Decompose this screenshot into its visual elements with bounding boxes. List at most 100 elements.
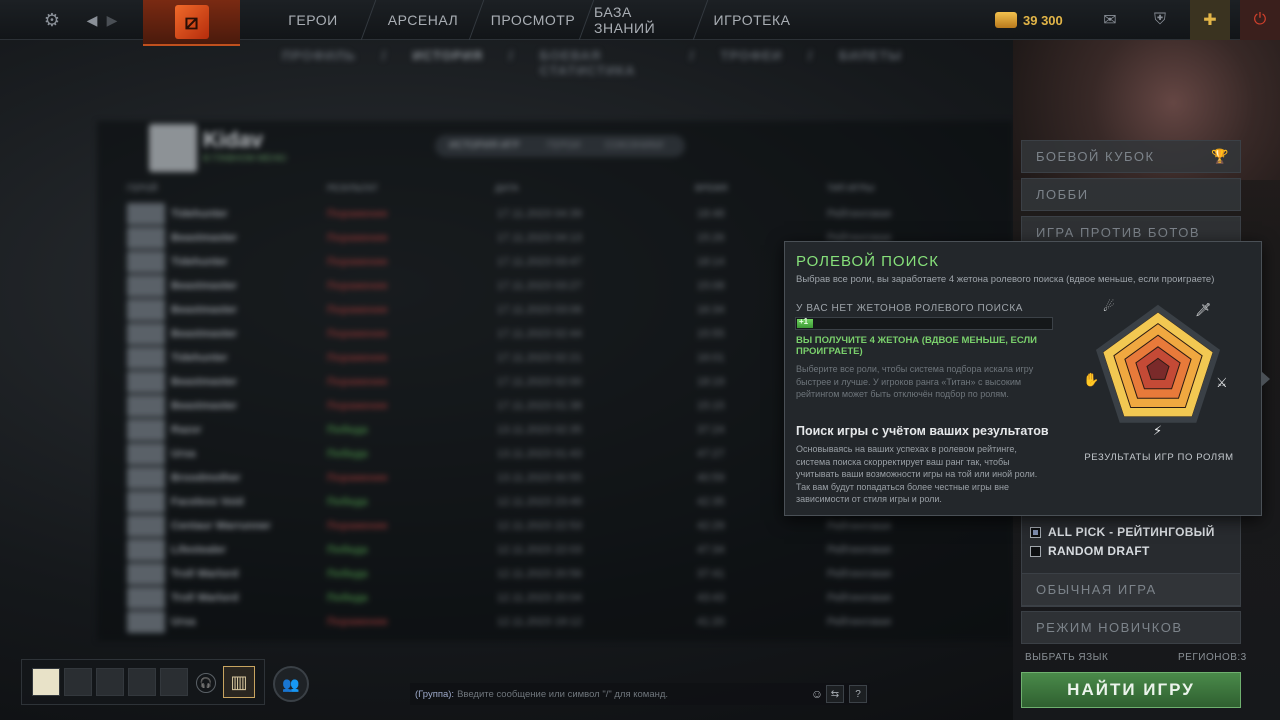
subnav-sep: / <box>689 48 695 63</box>
hero-portrait <box>127 227 165 249</box>
checkbox-checked[interactable] <box>1030 526 1041 538</box>
col-hero: ГЕРОЙ <box>127 183 158 193</box>
chat-bar[interactable]: (Группа): Введите сообщение или символ "… <box>410 683 870 705</box>
my-avatar-slot[interactable] <box>32 668 60 696</box>
match-result: Поражение <box>327 376 388 388</box>
match-result: Поражение <box>327 472 388 484</box>
nav-watch[interactable]: ПРОСМОТР <box>488 0 578 40</box>
match-result: Поражение <box>327 208 388 220</box>
unranked-button[interactable]: ОБЫЧНАЯ ИГРА <box>1021 573 1241 606</box>
forward-icon[interactable]: ▶ <box>92 0 132 40</box>
history-tabs: ИСТОРИЯ ИГР ГЕРОИ СОЮЗНИКИ <box>435 135 685 157</box>
trophy-icon: 🏆 <box>1211 148 1230 164</box>
match-duration: 18:14 <box>697 256 725 268</box>
hero-name: Ursa <box>171 448 196 460</box>
subnav-trophies[interactable]: ТРОФЕИ <box>721 48 783 70</box>
hero-name: Tidehunter <box>171 208 228 220</box>
match-result: Победа <box>327 544 368 556</box>
chat-input[interactable]: Введите сообщение или символ "/" для ком… <box>457 689 668 700</box>
match-result: Поражение <box>327 352 388 364</box>
emoji-icon[interactable]: ☺ <box>808 685 826 703</box>
gear-icon[interactable]: ⚙ <box>32 0 72 40</box>
hero-portrait <box>127 515 165 537</box>
tab-heroes[interactable]: ГЕРОИ <box>547 140 581 151</box>
col-duration: ВРЕМЯ <box>695 183 728 193</box>
match-result: Поражение <box>327 256 388 268</box>
match-duration: 16:01 <box>697 352 725 364</box>
tokens-progress-bar: +1 <box>795 317 1053 330</box>
lobby-button[interactable]: ЛОББИ <box>1021 178 1241 211</box>
shards-icon <box>995 12 1017 28</box>
hero-portrait <box>127 419 165 441</box>
help-icon[interactable]: ? <box>849 685 867 703</box>
carry-role-icon: ☄ <box>1103 299 1115 315</box>
dota-logo-button[interactable]: ⧄ <box>143 0 240 46</box>
nav-armory[interactable]: АРСЕНАЛ <box>380 0 466 40</box>
subnav-profile[interactable]: ПРОФИЛЬ <box>282 48 356 70</box>
role-queue-description: Выберите все роли, чтобы система подбора… <box>796 364 1034 399</box>
new-player-button[interactable]: РЕЖИМ НОВИЧКОВ <box>1021 611 1241 644</box>
match-date: 12.11.2023 20:04 <box>497 592 582 604</box>
table-row[interactable]: Ursa Поражение 12.11.2023 19:12 41:20 Рейтин… <box>127 611 1007 633</box>
tab-match-history[interactable]: ИСТОРИЯ ИГР <box>449 140 520 151</box>
subnav-history[interactable]: ИСТОРИЯ <box>413 48 484 70</box>
power-icon[interactable]: ⏻ <box>1240 0 1280 40</box>
hero-name: Beastmaster <box>171 232 238 244</box>
chat-wheel-icon[interactable]: ⇆ <box>826 685 844 703</box>
shards-balance[interactable]: 39 300 <box>995 0 1063 40</box>
nav-arcade[interactable]: ИГРОТЕКА <box>710 0 794 40</box>
shards-amount: 39 300 <box>1023 12 1063 28</box>
table-row[interactable]: Centaur Warrunner Поражение 12.11.2023 22:… <box>127 515 1007 537</box>
hero-name: Lifestealer <box>171 544 227 556</box>
table-row[interactable]: Tidehunter Поражение 17.11.2023 04:39 18:48… <box>127 203 1007 225</box>
hero-name: Beastmaster <box>171 400 238 412</box>
table-row[interactable]: Lifestealer Победа 12.11.2023 22:03 47:34 Ре… <box>127 539 1007 561</box>
match-result: Поражение <box>327 328 388 340</box>
checkbox-unchecked[interactable] <box>1030 545 1041 557</box>
hero-name: Faceless Void <box>171 496 244 508</box>
battle-cup-button[interactable]: БОЕВОЙ КУБОК 🏆 <box>1021 140 1241 173</box>
chat-channel[interactable]: (Группа): <box>415 689 454 700</box>
table-row[interactable]: Troll Warlord Победа 12.11.2023 20:04 43:43… <box>127 587 1007 609</box>
friends-icon[interactable]: 👥 <box>273 666 309 702</box>
shield-swords-icon[interactable]: ⛨ <box>1140 0 1180 40</box>
dota-client: ⚙ ◀ ▶ ⧄ ГЕРОИ АРСЕНАЛ ПРОСМОТР БАЗА ЗНАН… <box>0 0 1280 720</box>
match-type: Рейтинговая <box>827 568 892 580</box>
select-language-link[interactable]: ВЫБРАТЬ ЯЗЫК <box>1025 652 1108 663</box>
nav-learn[interactable]: БАЗА ЗНАНИЙ <box>594 0 690 40</box>
tokens-label: У ВАС НЕТ ЖЕТОНОВ РОЛЕВОГО ПОИСКА <box>796 303 1024 314</box>
regions-link[interactable]: РЕГИОНОВ:3 <box>1178 652 1247 663</box>
rank-medal-icon[interactable]: ▥ <box>223 666 255 698</box>
party-slot-empty[interactable] <box>160 668 188 696</box>
match-result: Поражение <box>327 616 388 628</box>
match-duration: 15:15 <box>697 400 725 412</box>
match-result: Поражение <box>327 232 388 244</box>
popup-title: РОЛЕВОЙ ПОИСК <box>796 253 939 270</box>
mid-role-icon: 🗡 <box>1195 303 1212 318</box>
party-slot-empty[interactable] <box>64 668 92 696</box>
party-slot-empty[interactable] <box>96 668 124 696</box>
profile-header: Kidav В ГЛАВНОМ МЕНЮ ИСТОРИЯ ИГР ГЕРОИ С… <box>97 121 1013 179</box>
table-row[interactable]: Troll Warlord Победа 12.11.2023 20:56 37:41… <box>127 563 1007 585</box>
nav-heroes[interactable]: ГЕРОИ <box>268 0 358 40</box>
hero-portrait <box>127 275 165 297</box>
hero-portrait <box>127 395 165 417</box>
subnav-tickets[interactable]: БИЛЕТЫ <box>839 48 902 70</box>
find-match-button[interactable]: НАЙТИ ИГРУ <box>1021 672 1241 708</box>
nav-divider <box>692 0 709 40</box>
mail-icon[interactable]: ✉ <box>1090 0 1130 40</box>
match-duration: 37:24 <box>697 424 725 436</box>
match-type: Рейтинговая <box>827 520 892 532</box>
subnav-stats[interactable]: БОЕВАЯ СТАТИСТИКА <box>540 48 664 78</box>
plus-shield-icon[interactable]: ✚ <box>1190 0 1230 40</box>
hero-name: Tidehunter <box>171 256 228 268</box>
match-duration: 15:55 <box>697 328 725 340</box>
tab-allies[interactable]: СОЮЗНИКИ <box>605 140 663 151</box>
match-duration: 42:35 <box>697 496 725 508</box>
option-all-pick-ranked[interactable]: ALL PICK - РЕЙТИНГОВЫЙ <box>1030 525 1215 539</box>
match-date: 17.11.2023 01:38 <box>497 400 582 412</box>
hero-portrait <box>127 323 165 345</box>
party-slot-empty[interactable] <box>128 668 156 696</box>
option-random-draft[interactable]: RANDOM DRAFT <box>1030 544 1150 558</box>
headset-icon[interactable]: 🎧 <box>196 673 216 693</box>
